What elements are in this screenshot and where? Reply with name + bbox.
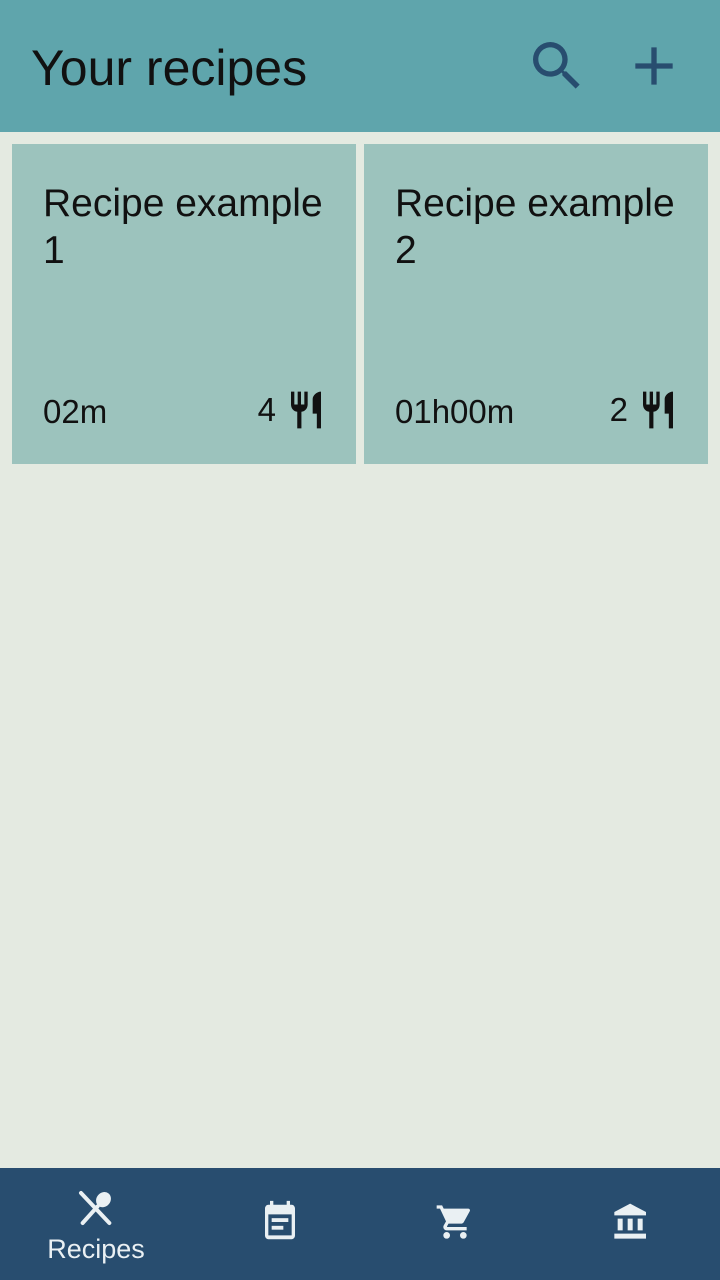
recipe-card[interactable]: Recipe example 2 01h00m 2 (364, 144, 708, 464)
recipe-servings: 2 (610, 388, 678, 432)
fork-knife-icon (291, 391, 321, 429)
plus-icon (635, 47, 673, 85)
cart-icon (435, 1200, 475, 1244)
recipe-time: 01h00m (395, 393, 515, 430)
search-button[interactable] (521, 30, 593, 102)
bank-icon (611, 1200, 651, 1244)
top-app-bar: Your recipes (0, 0, 720, 132)
nav-item-planner[interactable] (190, 1168, 370, 1280)
recipe-name: Recipe example 1 (43, 182, 323, 272)
recipe-servings: 4 (258, 388, 326, 432)
recipe-name: Recipe example 2 (395, 182, 675, 272)
spoon-knife-icon (76, 1186, 116, 1230)
app-screen: Your recipes Recipe example 1 02m 4 Reci… (0, 0, 720, 1280)
search-icon (533, 42, 580, 89)
fork-knife-icon (643, 391, 673, 429)
servings-count: 2 (609, 391, 628, 428)
recipe-time: 02m (43, 393, 108, 430)
recipe-card[interactable]: Recipe example 1 02m 4 (12, 144, 356, 464)
nav-item-shopping[interactable] (365, 1168, 545, 1280)
add-recipe-button[interactable] (618, 30, 690, 102)
servings-count: 4 (257, 391, 276, 428)
page-title: Your recipes (31, 40, 308, 96)
nav-item-bank[interactable] (541, 1168, 720, 1280)
bottom-navigation: Recipes (0, 1168, 720, 1280)
nav-label-recipes: Recipes (47, 1234, 145, 1264)
planner-icon (260, 1200, 300, 1244)
nav-item-recipes[interactable]: Recipes (0, 1168, 180, 1280)
